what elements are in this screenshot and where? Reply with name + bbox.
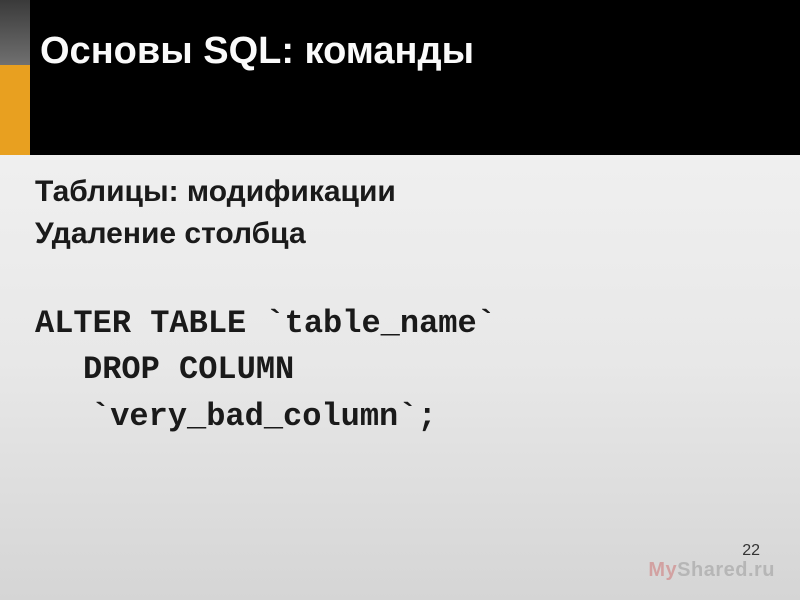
watermark-prefix: My [648, 559, 677, 581]
accent-block [0, 65, 30, 155]
code-line-drop: DROP COLUMN [35, 347, 765, 393]
accent-gradient [0, 0, 30, 65]
slide-title: Основы SQL: команды [30, 0, 474, 73]
code-line-column: `very_bad_column`; [35, 394, 765, 440]
watermark: MyShared.ru [648, 559, 775, 582]
slide-header: Основы SQL: команды [0, 0, 800, 155]
subtitle-tables: Таблицы: модификации [35, 175, 765, 209]
sql-code-block: ALTER TABLE `table_name` DROP COLUMN `ve… [35, 301, 765, 440]
slide-content: Таблицы: модификации Удаление столбца AL… [0, 155, 800, 440]
subtitle-drop-column: Удаление столбца [35, 217, 765, 251]
code-line-alter: ALTER TABLE `table_name` [35, 301, 765, 347]
page-number: 22 [742, 542, 760, 560]
watermark-suffix: Shared.ru [677, 559, 775, 581]
